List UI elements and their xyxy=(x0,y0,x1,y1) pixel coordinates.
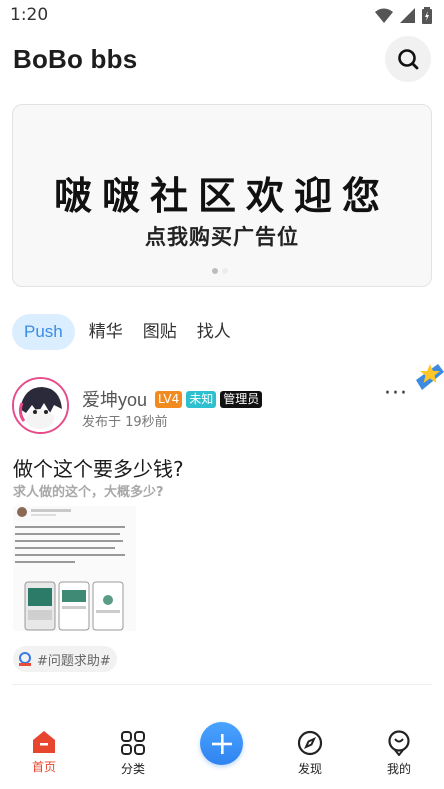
post-subtitle: 求人做的这个，大概多少? xyxy=(13,485,164,500)
user-line: 爱坤you LV4 未知 管理员 xyxy=(82,386,263,412)
admin-badge: 管理员 xyxy=(220,390,263,408)
banner-title: 啵啵社区欢迎您 xyxy=(53,173,390,218)
search-button[interactable] xyxy=(385,36,431,82)
tab-push[interactable]: Push xyxy=(12,314,75,350)
tab-image-posts[interactable]: 图贴 xyxy=(133,314,187,350)
post-image[interactable] xyxy=(13,506,136,631)
topic-label: #问题求助# xyxy=(37,653,111,669)
nav-category-label: 分类 xyxy=(120,762,145,776)
profile-icon xyxy=(388,730,410,756)
avatar[interactable] xyxy=(12,377,69,434)
create-post-button[interactable] xyxy=(200,722,243,765)
level-badge: LV4 xyxy=(155,390,183,408)
app-title: BoBo bbs xyxy=(13,44,138,74)
bottom-nav: 首页 分类 发现 我的 xyxy=(0,712,444,789)
status-icons xyxy=(375,6,432,24)
plus-icon xyxy=(211,733,232,754)
nav-home-label: 首页 xyxy=(31,760,56,774)
battery-icon xyxy=(422,6,432,24)
wifi-icon xyxy=(375,8,393,23)
tab-featured[interactable]: 精华 xyxy=(79,314,133,350)
topic-icon xyxy=(19,652,31,666)
post-title[interactable]: 做个这个要多少钱? xyxy=(13,453,184,482)
home-icon xyxy=(33,731,55,753)
status-bar: 1:20 xyxy=(0,0,444,30)
topic-tag[interactable]: #问题求助# xyxy=(13,646,117,672)
post-image-thumbnail-icon xyxy=(13,506,136,631)
unknown-badge: 未知 xyxy=(186,390,217,408)
username[interactable]: 爱坤you xyxy=(82,386,147,412)
compass-icon xyxy=(297,730,323,756)
feed-tabs: Push 精华 图贴 找人 xyxy=(12,313,241,351)
pager-dot xyxy=(222,268,228,274)
search-icon xyxy=(398,49,419,70)
nav-category[interactable]: 分类 xyxy=(103,730,163,777)
banner-pager xyxy=(212,268,228,274)
category-grid-icon xyxy=(121,731,145,755)
nav-discover-label: 发现 xyxy=(297,762,322,776)
post-divider xyxy=(12,684,432,685)
nav-mine[interactable]: 我的 xyxy=(369,730,429,777)
status-time: 1:20 xyxy=(10,5,49,25)
post-time: 发布于 19秒前 xyxy=(82,415,168,430)
more-options-button[interactable]: ··· xyxy=(384,383,408,405)
tab-find-people[interactable]: 找人 xyxy=(187,314,241,350)
banner-subtitle: 点我购买广告位 xyxy=(145,225,299,249)
nav-discover[interactable]: 发现 xyxy=(280,730,340,777)
ad-banner[interactable]: 啵啵社区欢迎您 点我购买广告位 xyxy=(12,104,432,287)
signal-icon xyxy=(400,7,415,23)
new-star-icon: NEW xyxy=(416,364,444,394)
app-header: BoBo bbs xyxy=(0,36,444,88)
avatar-image-icon xyxy=(14,379,67,432)
pager-dot-active xyxy=(212,268,218,274)
nav-home[interactable]: 首页 xyxy=(14,730,74,775)
nav-mine-label: 我的 xyxy=(386,762,411,776)
